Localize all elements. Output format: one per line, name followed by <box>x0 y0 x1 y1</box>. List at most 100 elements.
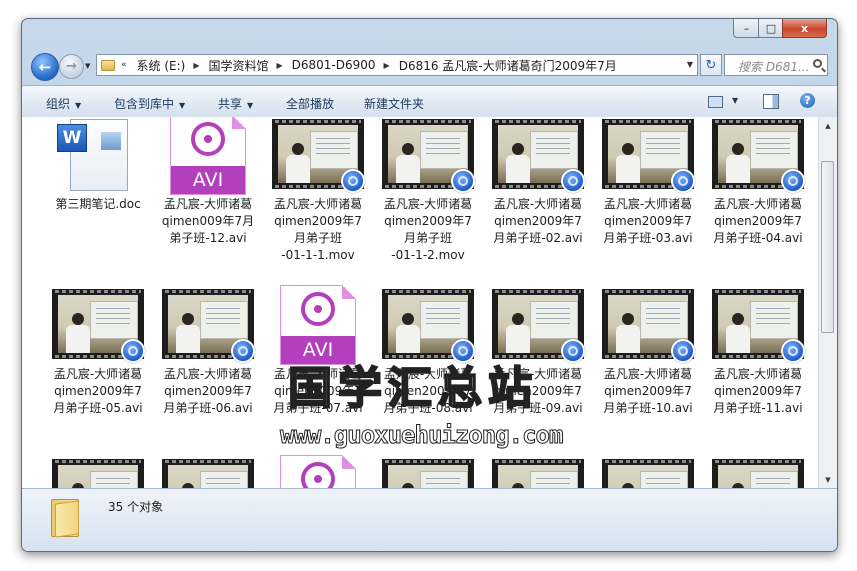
vertical-scrollbar[interactable]: ▲ ▼ <box>818 117 837 488</box>
file-name-line: qimen2009年7 <box>604 384 692 398</box>
file-name: 孟凡宸-大师诸葛 qimen2009年7 月弟子班 -01-1-1.mov <box>268 196 368 264</box>
file-name-line: 孟凡宸-大师诸葛 <box>273 197 363 211</box>
quicktime-icon <box>561 169 585 193</box>
file-name: 孟凡宸-大师诸葛 qimen2009年7 月弟子班-05.avi <box>48 366 148 417</box>
lecturer-figure <box>176 313 200 353</box>
whiteboard <box>310 131 358 169</box>
lecturer-figure <box>396 143 420 183</box>
file-name-line: 孟凡宸-大师诸葛 <box>713 367 803 381</box>
file-name: 孟凡宸-大师诸葛 qimen2009年7 月弟子班 -01-1-2.mov <box>378 196 478 264</box>
video-thumbnail <box>382 117 475 193</box>
lecturer-figure <box>506 313 530 353</box>
address-bar[interactable]: « 系统 (E:) ▶ 国学资料馆 ▶ D6801-D6900 ▶ D6816 孟凡宸-大师… <box>96 54 698 76</box>
address-dropdown-icon[interactable]: ▼ <box>687 60 693 69</box>
file-name: 第三期笔记.doc <box>48 196 148 213</box>
file-name-line: 月弟子班-04.avi <box>713 231 803 245</box>
avi-file-icon: AVI <box>162 117 254 195</box>
video-thumbnail <box>272 117 365 193</box>
organize-menu[interactable]: 组织 ▼ <box>46 95 81 112</box>
film-reel-icon <box>301 462 335 488</box>
play-all-button[interactable]: 全部播放 <box>286 95 334 112</box>
breadcrumb-item[interactable]: 系统 (E:) <box>137 57 186 74</box>
file-name-line: qimen2009年7 <box>54 384 142 398</box>
video-thumbnail <box>492 117 585 193</box>
whiteboard <box>750 301 798 339</box>
minimize-button[interactable]: – <box>733 19 760 38</box>
scroll-down-arrow-icon[interactable]: ▼ <box>819 471 837 488</box>
video-thumbnail <box>382 455 474 488</box>
video-frame <box>608 465 688 488</box>
include-in-library-menu[interactable]: 包含到库中 ▼ <box>114 95 185 112</box>
file-name: 孟凡宸-大师诸葛 qimen2009年7 月弟子班-02.avi <box>488 196 588 247</box>
scroll-up-arrow-icon[interactable]: ▲ <box>819 117 837 134</box>
breadcrumb-item[interactable]: D6816 孟凡宸-大师诸葛奇门2009年7月 <box>399 57 617 74</box>
lecturer-figure <box>286 143 310 183</box>
recent-pages-dropdown-icon[interactable]: ▼ <box>85 62 90 70</box>
help-icon[interactable]: ? <box>800 93 815 108</box>
file-name-line: 月弟子班-11.avi <box>713 401 803 415</box>
file-name: 孟凡宸-大师诸葛 qimen2009年7 月弟子班-10.avi <box>598 366 698 417</box>
share-menu[interactable]: 共享 ▼ <box>218 95 253 112</box>
file-name-line: 弟子班-12.avi <box>169 231 247 245</box>
file-name-line: 孟凡宸-大师诸葛 <box>53 367 143 381</box>
video-thumbnail <box>602 285 695 363</box>
refresh-button[interactable]: ↻ <box>700 54 722 76</box>
file-name: 孟凡宸-大师诸葛 qimen2009年7 月弟子班-11.avi <box>708 366 808 417</box>
details-pane: 35 个对象 <box>22 488 837 551</box>
whiteboard <box>90 301 138 339</box>
preview-pane-icon[interactable] <box>763 94 779 109</box>
back-button[interactable]: ← <box>31 53 59 81</box>
lecturer-figure <box>726 143 750 183</box>
avi-document-icon: AVI <box>280 455 356 488</box>
change-view-icon[interactable] <box>708 96 723 108</box>
whiteboard <box>750 131 798 169</box>
watermark-url: www.guoxuehuizong.com <box>279 421 563 450</box>
scroll-thumb[interactable] <box>821 161 834 333</box>
video-thumbnail <box>712 455 804 488</box>
whiteboard <box>420 131 468 169</box>
video-frame <box>168 465 248 488</box>
file-name: 孟凡宸-大师诸葛 qimen2009年7 月弟子班-04.avi <box>708 196 808 247</box>
video-frame <box>58 465 138 488</box>
whiteboard <box>90 471 138 488</box>
video-thumbnail <box>162 285 255 363</box>
breadcrumb-item[interactable]: D6801-D6900 <box>292 58 376 72</box>
quicktime-icon <box>781 169 805 193</box>
search-input[interactable]: 搜索 D681... <box>724 54 828 76</box>
filmstrip-frame <box>52 459 144 488</box>
quicktime-icon <box>671 339 695 363</box>
film-reel-icon <box>301 292 335 326</box>
file-name-line: qimen2009年7 <box>714 384 802 398</box>
include-library-label: 包含到库中 <box>114 97 175 111</box>
quicktime-icon <box>781 339 805 363</box>
lecturer-figure <box>506 143 530 183</box>
breadcrumb-separator-icon[interactable]: ▶ <box>384 61 390 70</box>
overflow-chevron-icon[interactable]: « <box>121 60 127 70</box>
word-document-icon: W <box>52 117 144 191</box>
video-thumbnail <box>712 117 805 193</box>
filmstrip-frame <box>492 459 584 488</box>
forward-button[interactable]: → <box>59 54 84 79</box>
new-folder-button[interactable]: 新建文件夹 <box>364 95 424 112</box>
breadcrumb-item[interactable]: 国学资料馆 <box>208 57 268 74</box>
breadcrumb-separator-icon[interactable]: ▶ <box>277 61 283 70</box>
search-placeholder: 搜索 D681... <box>738 60 810 74</box>
file-name-line: -01-1-1.mov <box>281 248 355 262</box>
chevron-down-icon: ▼ <box>247 101 254 110</box>
whiteboard <box>640 301 688 339</box>
maximize-button[interactable]: □ <box>758 19 784 38</box>
whiteboard <box>200 301 248 339</box>
view-options-dropdown-icon[interactable]: ▼ <box>732 96 738 105</box>
breadcrumb-separator-icon[interactable]: ▶ <box>193 61 199 70</box>
word-icon: W <box>57 119 128 191</box>
lecturer-figure <box>396 313 420 353</box>
file-name-line: qimen2009年7 <box>714 214 802 228</box>
search-icon[interactable] <box>813 59 822 68</box>
watermark-text: 国学汇总站 <box>287 362 538 415</box>
object-count: 35 个对象 <box>108 500 164 514</box>
file-name-line: 月弟子班 <box>293 231 342 245</box>
close-button[interactable]: x <box>782 19 827 38</box>
whiteboard <box>200 471 248 488</box>
video-thumbnail <box>492 285 585 363</box>
whiteboard <box>420 301 468 339</box>
